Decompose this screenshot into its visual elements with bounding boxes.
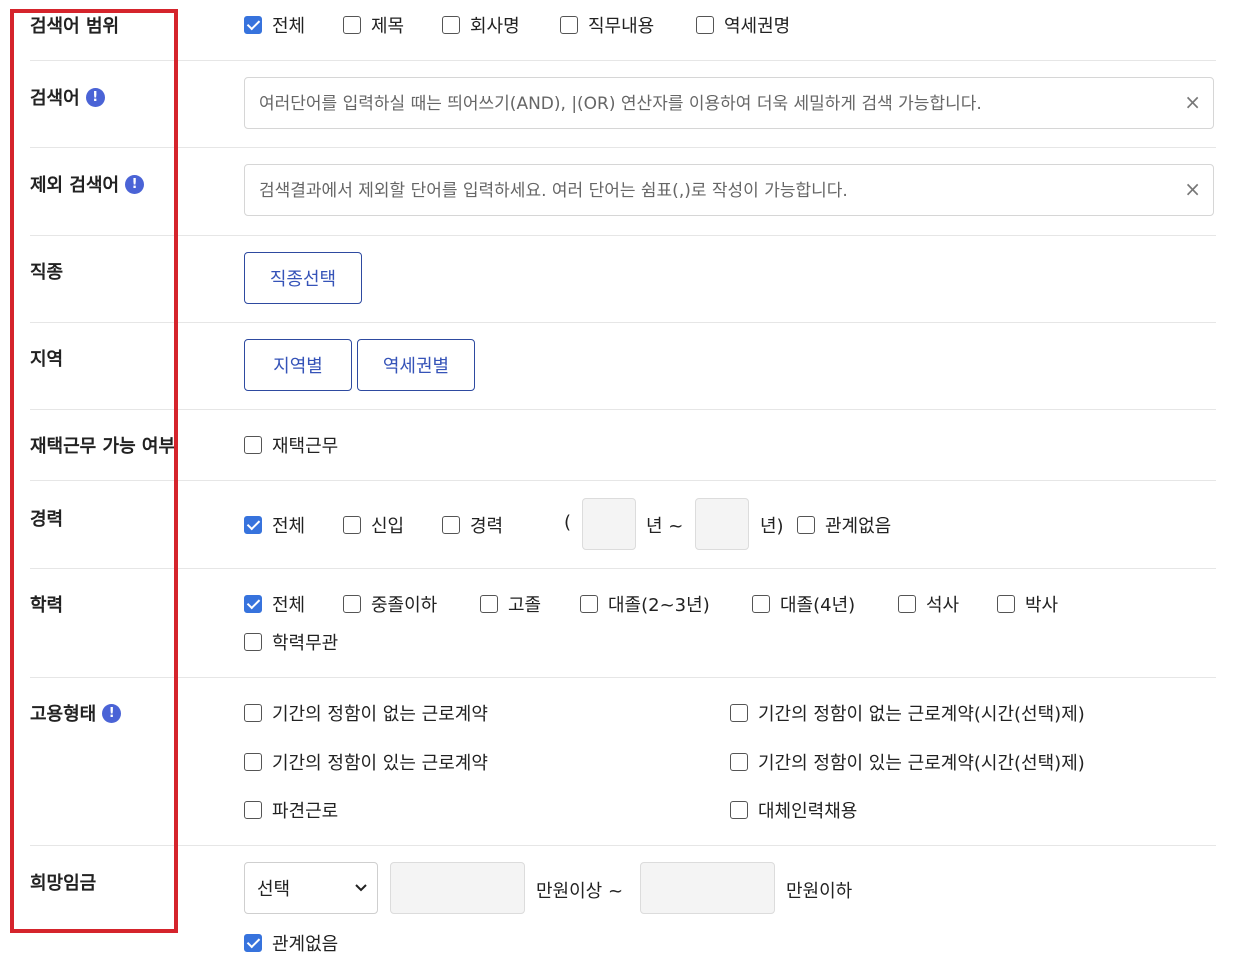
checkbox-box[interactable] bbox=[696, 16, 714, 34]
scope-all-checkbox[interactable]: 전체 bbox=[244, 12, 305, 38]
checkbox-box[interactable] bbox=[244, 753, 262, 771]
checkbox-box[interactable] bbox=[898, 595, 916, 613]
job-type-row bbox=[30, 236, 1216, 323]
salary-any-checkbox[interactable]: 관계없음 bbox=[244, 930, 338, 956]
scope-station-checkbox[interactable]: 역세권명 bbox=[696, 12, 790, 38]
edu-master-checkbox[interactable]: 석사 bbox=[898, 591, 959, 617]
remote-checkbox[interactable]: 재택근무 bbox=[244, 432, 338, 458]
salary-min-suffix: 만원이상 ~ bbox=[536, 881, 624, 902]
career-any-checkbox[interactable]: 관계없음 bbox=[797, 512, 891, 538]
salary-type-select[interactable]: 선택 bbox=[244, 862, 378, 914]
keyword-label: 검색어! bbox=[30, 84, 105, 110]
career-years-to-input[interactable] bbox=[695, 498, 749, 550]
edu-all-checkbox[interactable]: 전체 bbox=[244, 591, 305, 617]
info-icon[interactable]: ! bbox=[85, 87, 105, 107]
info-icon[interactable]: ! bbox=[102, 703, 122, 723]
checkbox-box[interactable] bbox=[244, 16, 262, 34]
edu-university-checkbox[interactable]: 대졸(4년) bbox=[752, 591, 855, 617]
emp-fixed-term-parttime-checkbox[interactable]: 기간의 정함이 있는 근로계약(시간(선택)제) bbox=[730, 749, 1085, 775]
education-row bbox=[30, 569, 1216, 678]
salary-label: 희망임금 bbox=[30, 873, 97, 894]
edu-college-checkbox[interactable]: 대졸(2~3년) bbox=[580, 591, 710, 617]
keyword-input[interactable] bbox=[257, 78, 1181, 130]
checkbox-box[interactable] bbox=[442, 516, 460, 534]
career-experienced-checkbox[interactable]: 경력 bbox=[442, 512, 503, 538]
checkbox-box[interactable] bbox=[480, 595, 498, 613]
region-by-station-button[interactable]: 역세권별 bbox=[357, 339, 475, 391]
career-open-paren: ( bbox=[564, 512, 572, 533]
edu-middle-checkbox[interactable]: 중졸이하 bbox=[343, 591, 437, 617]
edu-high-checkbox[interactable]: 고졸 bbox=[480, 591, 541, 617]
region-row bbox=[30, 323, 1216, 410]
keyword-field[interactable]: × bbox=[244, 77, 1214, 130]
clear-icon[interactable]: × bbox=[1184, 179, 1201, 199]
checkbox-box[interactable] bbox=[580, 595, 598, 613]
scope-title-checkbox[interactable]: 제목 bbox=[343, 12, 404, 38]
region-label: 지역 bbox=[30, 349, 64, 370]
career-year-from-suffix: 년 ~ bbox=[646, 516, 684, 537]
career-years-from-input[interactable] bbox=[582, 498, 636, 550]
checkbox-box[interactable] bbox=[244, 801, 262, 819]
checkbox-box[interactable] bbox=[244, 934, 262, 952]
emp-fixed-term-checkbox[interactable]: 기간의 정함이 있는 근로계약 bbox=[244, 749, 488, 775]
checkbox-box[interactable] bbox=[343, 595, 361, 613]
emp-permanent-parttime-checkbox[interactable]: 기간의 정함이 없는 근로계약(시간(선택)제) bbox=[730, 700, 1085, 726]
exclude-keyword-label: 제외 검색어! bbox=[30, 171, 145, 197]
emp-substitute-checkbox[interactable]: 대체인력채용 bbox=[730, 797, 857, 823]
edu-doctor-checkbox[interactable]: 박사 bbox=[997, 591, 1058, 617]
checkbox-box[interactable] bbox=[244, 633, 262, 651]
scope-duty-checkbox[interactable]: 직무내용 bbox=[560, 12, 654, 38]
search-scope-label: 검색어 범위 bbox=[30, 16, 120, 37]
checkbox-box[interactable] bbox=[244, 436, 262, 454]
employment-type-label: 고용형태! bbox=[30, 700, 122, 726]
emp-dispatch-checkbox[interactable]: 파견근로 bbox=[244, 797, 338, 823]
exclude-keyword-field[interactable]: × bbox=[244, 164, 1214, 217]
salary-max-suffix: 만원이하 bbox=[786, 881, 853, 902]
search-scope-row: 검색어 범위 전체 제목 회사명 직무내용 역세권명 bbox=[30, 0, 1216, 61]
checkbox-box[interactable] bbox=[343, 16, 361, 34]
job-type-label: 직종 bbox=[30, 262, 64, 283]
edu-any-checkbox[interactable]: 학력무관 bbox=[244, 629, 338, 655]
checkbox-box[interactable] bbox=[560, 16, 578, 34]
checkbox-box[interactable] bbox=[442, 16, 460, 34]
emp-permanent-checkbox[interactable]: 기간의 정함이 없는 근로계약 bbox=[244, 700, 488, 726]
info-icon[interactable]: ! bbox=[125, 174, 145, 194]
checkbox-box[interactable] bbox=[730, 704, 748, 722]
chevron-down-icon bbox=[355, 884, 367, 892]
job-type-select-button[interactable]: 직종선택 bbox=[244, 252, 362, 304]
career-year-to-suffix: 년) bbox=[760, 516, 784, 537]
clear-icon[interactable]: × bbox=[1184, 92, 1201, 112]
remote-row bbox=[30, 410, 1216, 481]
remote-label: 재택근무 가능 여부 bbox=[30, 436, 176, 457]
career-label: 경력 bbox=[30, 509, 64, 530]
checkbox-box[interactable] bbox=[797, 516, 815, 534]
career-all-checkbox[interactable]: 전체 bbox=[244, 512, 305, 538]
salary-min-input[interactable] bbox=[390, 862, 525, 914]
checkbox-box[interactable] bbox=[343, 516, 361, 534]
checkbox-box[interactable] bbox=[997, 595, 1015, 613]
checkbox-box[interactable] bbox=[730, 801, 748, 819]
checkbox-box[interactable] bbox=[730, 753, 748, 771]
exclude-keyword-input[interactable] bbox=[257, 165, 1181, 217]
checkbox-box[interactable] bbox=[752, 595, 770, 613]
education-label: 학력 bbox=[30, 595, 64, 616]
region-by-area-button[interactable]: 지역별 bbox=[244, 339, 352, 391]
checkbox-box[interactable] bbox=[244, 704, 262, 722]
checkbox-box[interactable] bbox=[244, 516, 262, 534]
scope-company-checkbox[interactable]: 회사명 bbox=[442, 12, 520, 38]
salary-max-input[interactable] bbox=[640, 862, 775, 914]
career-new-checkbox[interactable]: 신입 bbox=[343, 512, 404, 538]
checkbox-box[interactable] bbox=[244, 595, 262, 613]
